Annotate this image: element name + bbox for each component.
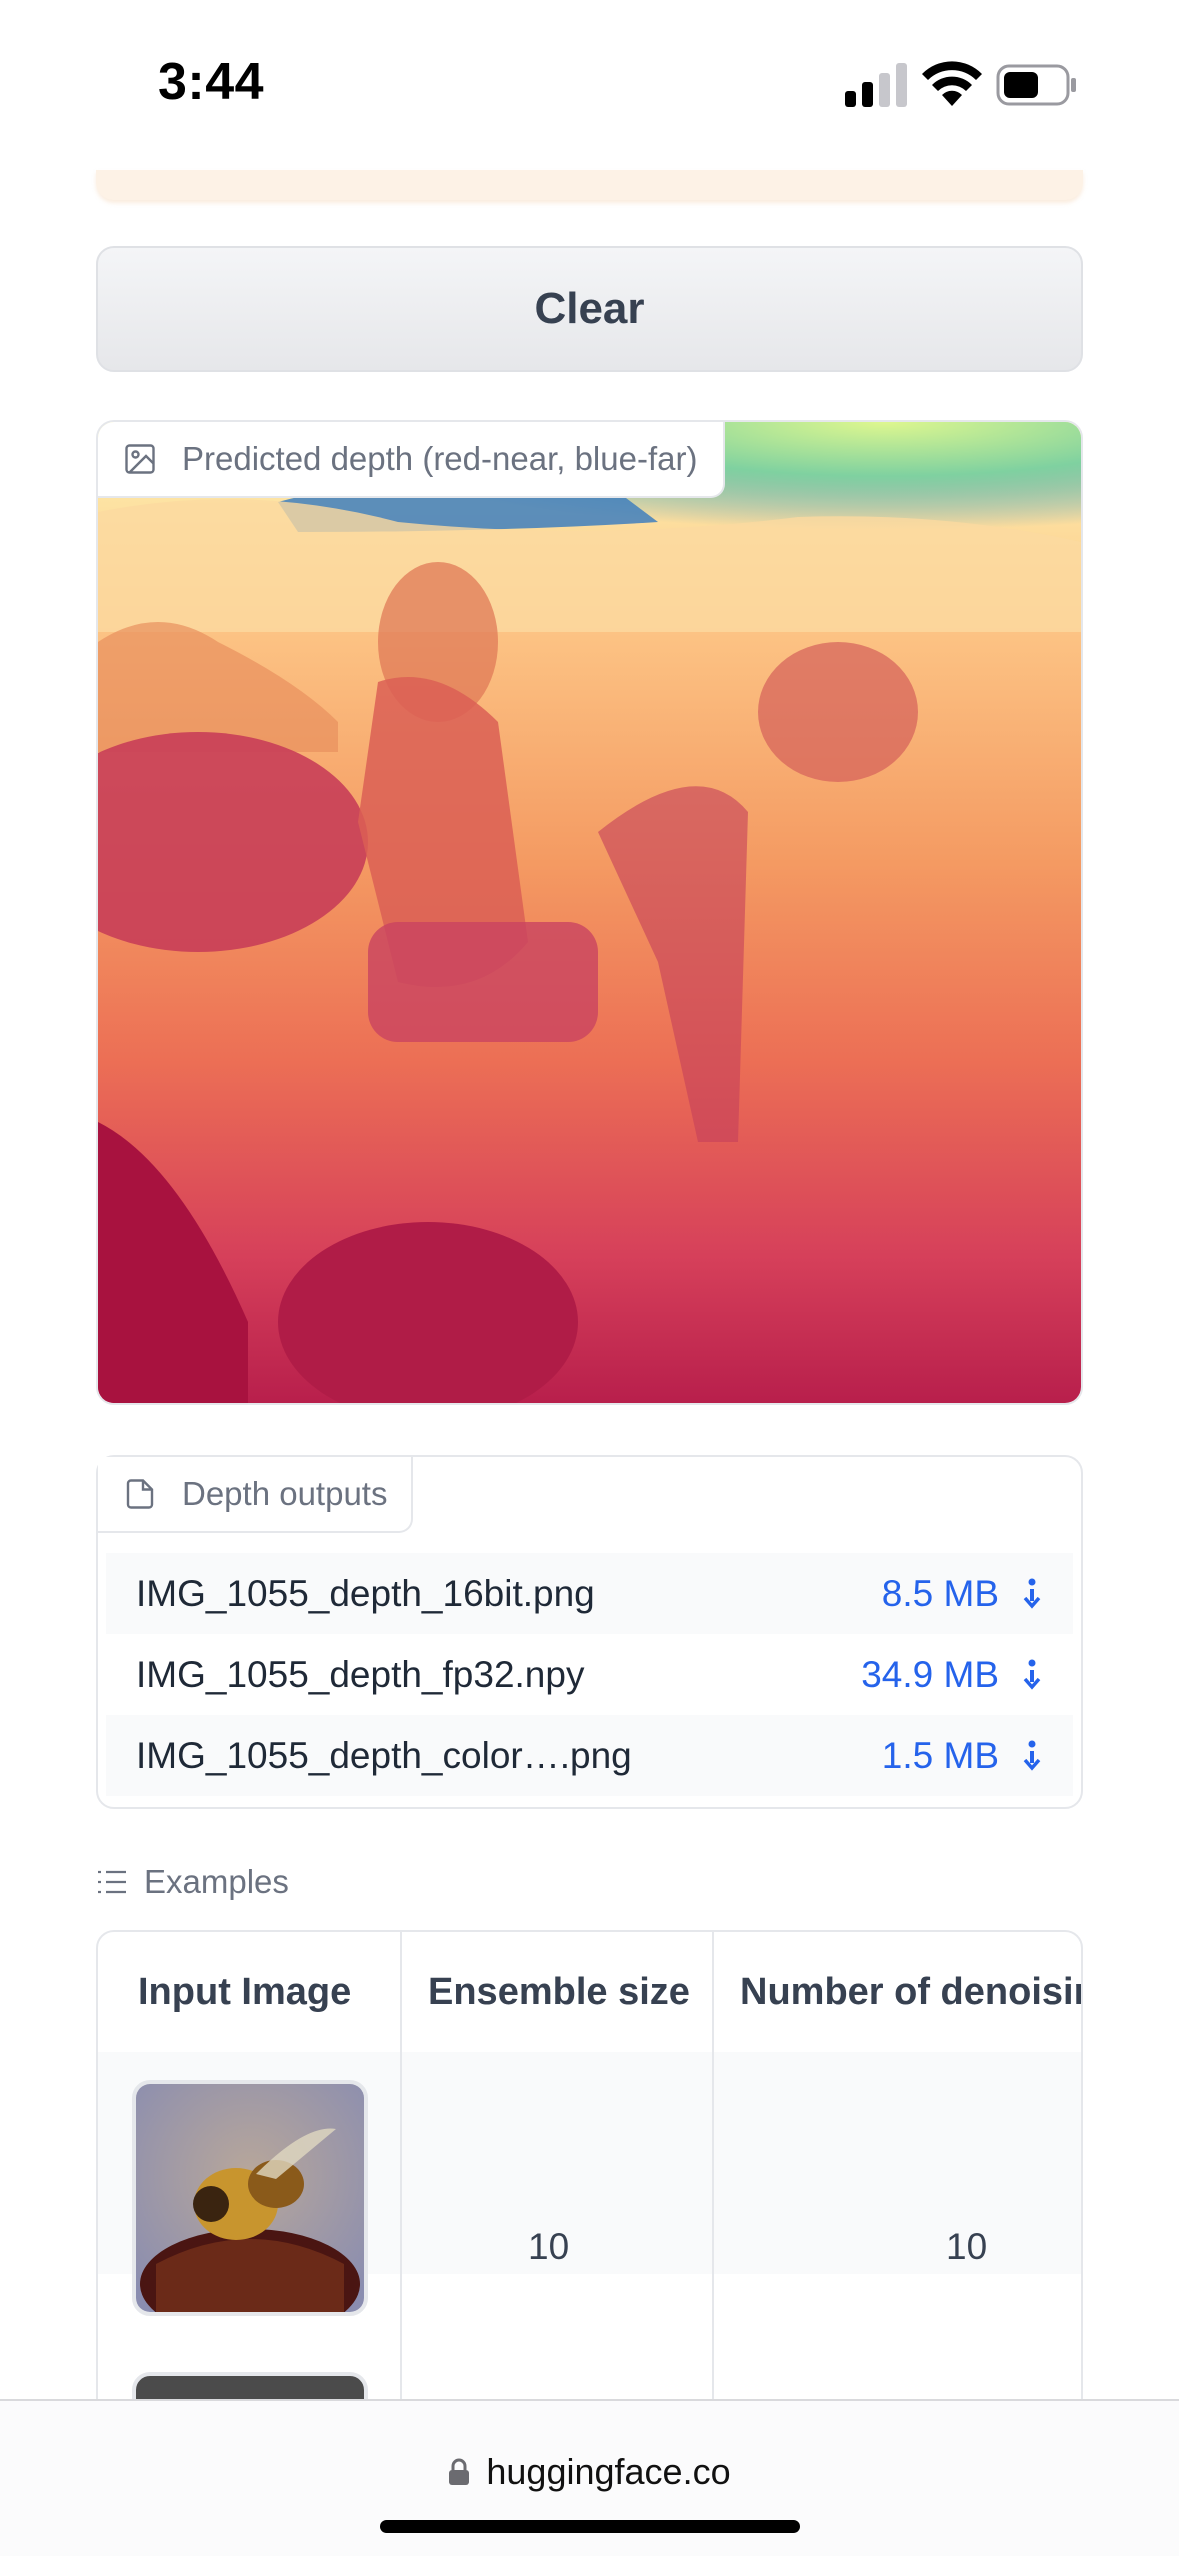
url-text[interactable]: huggingface.co — [486, 2451, 730, 2493]
file-name[interactable]: IMG_1055_depth_fp32.npy — [136, 1654, 861, 1696]
file-row[interactable]: IMG_1055_depth_color….png 1.5 MB — [106, 1715, 1073, 1796]
home-indicator[interactable] — [380, 2520, 800, 2533]
depth-outputs-panel: Depth outputs IMG_1055_depth_16bit.png 8… — [96, 1455, 1083, 1809]
more-vertical-icon[interactable] — [1017, 1655, 1047, 1695]
depth-image-panel: Predicted depth (red-near, blue-far) — [96, 420, 1083, 1405]
more-vertical-icon[interactable] — [1017, 1736, 1047, 1776]
file-name[interactable]: IMG_1055_depth_color….png — [136, 1735, 882, 1777]
file-icon — [126, 1479, 154, 1509]
depth-outputs-label: Depth outputs — [98, 1457, 414, 1533]
file-size[interactable]: 1.5 MB — [882, 1735, 999, 1777]
examples-table: Input Image Ensemble size Number of deno… — [96, 1930, 1083, 2430]
column-header-input-image: Input Image — [138, 1970, 352, 2013]
image-icon — [125, 444, 155, 474]
ensemble-size-cell[interactable]: 10 — [528, 2102, 569, 2392]
list-icon — [98, 1870, 126, 1894]
lock-icon — [449, 2458, 470, 2485]
file-row[interactable]: IMG_1055_depth_fp32.npy 34.9 MB — [106, 1634, 1073, 1715]
more-vertical-icon[interactable] — [1017, 1574, 1047, 1614]
examples-label: Examples — [96, 1858, 289, 1906]
status-time: 3:44 — [158, 53, 265, 111]
predicted-depth-image[interactable] — [98, 422, 1081, 1403]
denoising-steps-cell[interactable]: 10 — [946, 2102, 987, 2392]
file-list: IMG_1055_depth_16bit.png 8.5 MB IMG_1055… — [106, 1553, 1073, 1796]
clear-button[interactable]: Clear — [96, 246, 1083, 372]
previous-panel-edge — [96, 170, 1083, 200]
depth-outputs-label-text: Depth outputs — [182, 1475, 388, 1512]
wifi-icon — [922, 61, 982, 106]
column-divider — [712, 1932, 714, 2428]
column-header-ensemble-size: Ensemble size — [428, 1970, 690, 2013]
address-bar[interactable]: huggingface.co — [0, 2451, 1179, 2493]
file-size[interactable]: 34.9 MB — [861, 1654, 999, 1696]
status-bar: 3:44 — [0, 0, 1179, 170]
examples-label-text: Examples — [144, 1863, 289, 1900]
file-row[interactable]: IMG_1055_depth_16bit.png 8.5 MB — [106, 1553, 1073, 1634]
file-size[interactable]: 8.5 MB — [882, 1573, 999, 1615]
bee-image — [136, 2084, 364, 2312]
depth-image-label-text: Predicted depth (red-near, blue-far) — [182, 440, 698, 477]
cellular-signal-icon — [845, 63, 907, 107]
battery-icon — [996, 64, 1076, 106]
example-thumbnail-bee[interactable] — [132, 2080, 368, 2316]
column-divider — [400, 1932, 402, 2428]
file-name[interactable]: IMG_1055_depth_16bit.png — [136, 1573, 882, 1615]
depth-image-label: Predicted depth (red-near, blue-far) — [98, 422, 726, 498]
column-header-denoising-steps: Number of denoisir — [740, 1970, 1083, 2013]
